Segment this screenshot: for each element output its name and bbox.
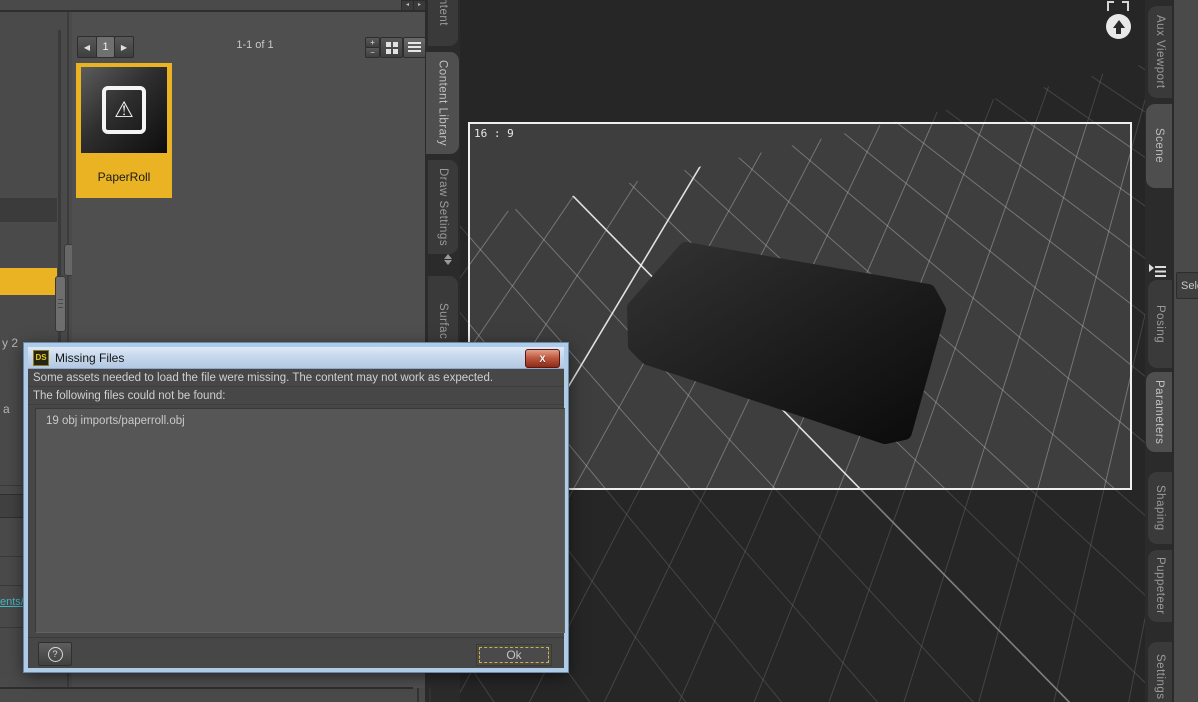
list-view-icon (408, 42, 421, 53)
picture-frame-icon: ⚠ (102, 86, 146, 134)
thumb-size-decrease-button[interactable]: − (365, 47, 380, 58)
list-view-button[interactable] (403, 37, 426, 58)
tree-item-selected[interactable] (0, 268, 57, 295)
prev-arrow-icon: ◀ (83, 42, 91, 52)
list-divider (0, 627, 22, 628)
tab-scene[interactable]: Scene (1146, 104, 1172, 188)
app-window: ◂ ▸ y 2 a ents/ ◀ 1 ▶ 1-1 of 1 + − ⚠ Pap… (0, 0, 1198, 702)
dialog-footer: ? Ok (28, 637, 564, 668)
tab-puppeteer[interactable]: Puppeteer (1148, 550, 1172, 622)
grid-view-button[interactable] (380, 37, 403, 58)
bottom-divider (0, 687, 413, 689)
scroll-up-icon (444, 254, 452, 259)
tab-overflow-arrows[interactable] (441, 252, 455, 267)
help-icon: ? (47, 646, 63, 662)
page-number-field[interactable]: 1 (96, 36, 115, 58)
asset-thumbnail-paperroll[interactable]: ⚠ PaperRoll (76, 63, 172, 198)
daz-studio-icon: DS (33, 349, 49, 366)
dialog-titlebar[interactable]: DS Missing Files X (28, 347, 564, 369)
scrollbar-handle[interactable] (55, 276, 66, 332)
help-button[interactable]: ? (38, 642, 72, 666)
page-range-label: 1-1 of 1 (236, 39, 274, 51)
parameters-pane-sliver (1172, 0, 1198, 702)
prev-page-button[interactable]: ◀ (77, 36, 97, 58)
next-page-button[interactable]: ▶ (114, 36, 134, 58)
grid-view-icon (385, 41, 398, 54)
list-divider (0, 556, 22, 557)
scroll-down-icon (444, 260, 452, 265)
asset-thumbnail-image: ⚠ (81, 67, 167, 153)
tree-item-label[interactable]: y 2 (2, 336, 18, 350)
tab-smart-content[interactable]: ontent (428, 0, 458, 46)
close-button[interactable]: X (525, 349, 560, 368)
missing-files-list[interactable]: 19 obj imports/paperroll.obj (35, 408, 565, 633)
dialog-message-line2: The following files could not be found: (28, 387, 564, 405)
tab-posing[interactable]: Posing (1148, 280, 1172, 368)
aspect-ratio-label: 16 : 9 (474, 127, 514, 140)
dialog-title: Missing Files (55, 350, 125, 365)
panel-edge (417, 688, 419, 702)
expand-viewport-icon[interactable] (1106, 0, 1130, 13)
list-divider (0, 485, 22, 486)
pane-options-icon[interactable] (1149, 263, 1167, 281)
tab-content-library[interactable]: Content Library (426, 52, 459, 154)
tab-settings[interactable]: Settings (1148, 642, 1172, 702)
missing-files-dialog: DS Missing Files X Some assets needed to… (23, 342, 569, 673)
next-arrow-icon: ▶ (120, 42, 128, 52)
dialog-message-line1: Some assets needed to load the file were… (28, 369, 564, 387)
home-view-icon[interactable] (1106, 14, 1131, 39)
folder-path-link[interactable]: ents/ (0, 596, 23, 608)
tab-draw-settings[interactable]: Draw Settings (428, 160, 458, 254)
tree-item-label[interactable]: a (3, 402, 10, 416)
asset-label: PaperRoll (97, 170, 151, 184)
tab-parameters[interactable]: Parameters (1146, 372, 1172, 452)
select-button[interactable]: Sele (1176, 272, 1198, 299)
tab-aux-viewport[interactable]: Aux Viewport (1148, 6, 1172, 98)
list-divider (0, 585, 22, 586)
warning-icon: ⚠ (114, 97, 134, 122)
ok-button[interactable]: Ok (476, 644, 552, 666)
panel-edge (429, 688, 431, 702)
missing-file-item[interactable]: 19 obj imports/paperroll.obj (36, 409, 564, 433)
tab-shaping[interactable]: Shaping (1148, 472, 1172, 544)
tree-item-row[interactable] (0, 198, 57, 222)
